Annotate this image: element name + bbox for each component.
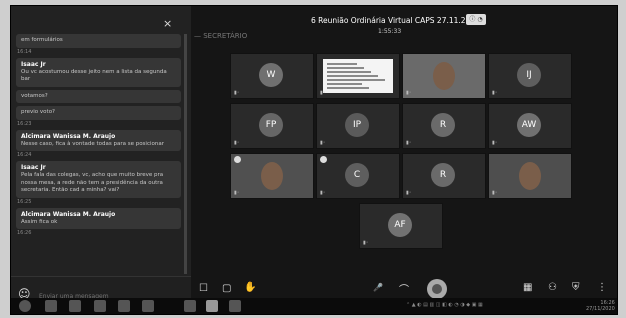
participant-tile[interactable]: ▮◦ (316, 53, 400, 99)
chat-message: Alcimara Wanissa M. Araujo Nesse caso, fi… (16, 129, 181, 151)
participant-avatar: AF (388, 213, 412, 237)
participant-tile[interactable]: W ▮◦ (230, 53, 314, 99)
participants-icon[interactable]: ⚇ (548, 282, 557, 293)
message-sender: Isaac Jr (21, 164, 46, 171)
more-options-icon[interactable]: ⋮ (597, 282, 607, 293)
participant-tile[interactable]: ▮◦ (402, 53, 486, 99)
participant-avatar: W (259, 63, 283, 87)
chat-message: Isaac Jr Pela fala das colegas, vc, acho … (16, 161, 181, 198)
muted-mic-icon: ▮◦ (492, 190, 498, 196)
chat-message: votamos? (16, 89, 181, 103)
tile-layout-icon[interactable]: ▦ (523, 282, 532, 293)
muted-mic-icon: ▮◦ (406, 190, 412, 196)
security-icon[interactable]: ⛨ (572, 282, 580, 293)
muted-mic-icon: ▮◦ (492, 140, 498, 146)
start-icon[interactable] (19, 300, 31, 312)
muted-mic-icon: ▮◦ (406, 90, 412, 96)
muted-mic-icon: ▮◦ (406, 140, 412, 146)
chat-message: em formulários (16, 34, 181, 48)
edge-icon[interactable] (45, 300, 57, 312)
message-text: Assim fica ok (21, 218, 58, 225)
clock-date: 27/11/2020 (586, 306, 615, 312)
muted-mic-icon: ▮◦ (234, 90, 240, 96)
participant-tile[interactable]: IP ▮◦ (316, 103, 400, 149)
muted-mic-icon: ▮◦ (492, 90, 498, 96)
participant-tile[interactable]: IJ ▮◦ (488, 53, 572, 99)
meeting-app-icon[interactable] (206, 300, 218, 312)
message-text: Ou vc acostumou desse jeito nem a lista … (21, 68, 167, 83)
chat-message: previo voto? (16, 106, 181, 120)
camera-icon[interactable]: ⌒ (399, 281, 409, 296)
muted-mic-icon: ▮◦ (234, 140, 240, 146)
participant-face (519, 162, 541, 190)
participant-avatar: FP (259, 113, 283, 137)
raise-hand-icon[interactable]: ✋ (244, 282, 256, 293)
meeting-window: × em formulários 16:14 Isaac Jr Ou vc acost… (10, 5, 618, 315)
meeting-info-icon[interactable]: ⓘ ◔ (466, 14, 486, 25)
word-icon[interactable] (118, 300, 130, 312)
status-indicator-icon (320, 156, 327, 163)
participant-tile[interactable]: AW ▮◦ (488, 103, 572, 149)
message-text: previo voto? (21, 109, 55, 115)
muted-mic-icon: ▮◦ (363, 240, 369, 246)
message-time: 16:23 (17, 120, 32, 127)
app-icon[interactable] (184, 300, 196, 312)
folder-icon[interactable] (69, 300, 81, 312)
chat-messages: em formulários 16:14 Isaac Jr Ou vc acostum… (16, 34, 181, 239)
message-time: 16:14 (17, 48, 32, 55)
participant-face (433, 62, 455, 90)
message-text: votamos? (21, 92, 48, 99)
message-time: 16:26 (17, 230, 32, 236)
taskbar-clock: 16:26 27/11/2020 (586, 300, 615, 312)
participant-tile[interactable]: AF ▮◦ (359, 203, 443, 249)
section-label: — SECRETÁRIO (194, 32, 248, 40)
muted-mic-icon: ▮◦ (320, 190, 326, 196)
captions-icon[interactable]: ☐ (199, 283, 208, 294)
message-sender: Alcimara Wanissa M. Araujo (21, 132, 116, 140)
microphone-icon[interactable]: 🎤 (373, 283, 383, 292)
message-text: Pela fala das colegas, vc, acho que muit… (21, 172, 164, 193)
message-time: 16:25 (17, 198, 32, 205)
participant-avatar: IP (345, 113, 369, 137)
powerpoint-icon[interactable] (142, 300, 154, 312)
windows-taskbar: ⌃ ▲ ◐ ▤ ▥ ◫ ◧ ◐ ◔ ◑ ◆ ▣ ▦ 16:26 27/11/20… (11, 298, 617, 314)
participant-tile[interactable]: ▮◦ (488, 153, 572, 199)
meeting-title: 6 Reunião Ordinária Virtual CAPS 27.11.2… (311, 16, 480, 25)
participant-tile[interactable]: ▮◦ (230, 153, 314, 199)
message-sender: Isaac Jr (21, 60, 46, 68)
participant-tile[interactable]: R ▮◦ (402, 153, 486, 199)
system-tray-icons[interactable]: ⌃ ▲ ◐ ▤ ▥ ◫ ◧ ◐ ◔ ◑ ◆ ▣ ▦ (406, 302, 483, 308)
participant-avatar: R (431, 163, 455, 187)
pdf-icon[interactable] (229, 300, 241, 312)
muted-mic-icon: ▮◦ (320, 140, 326, 146)
participant-tile[interactable]: R ▮◦ (402, 103, 486, 149)
status-indicator-icon (234, 156, 241, 163)
participant-avatar: R (431, 113, 455, 137)
chat-message: Isaac Jr Ou vc acostumou desse jeito nem … (16, 57, 181, 87)
chat-message: Alcimara Wanissa M. Araujo Assim fica ok (16, 207, 181, 229)
chat-scrollbar[interactable] (184, 34, 187, 274)
participant-tile[interactable]: FP ▮◦ (230, 103, 314, 149)
chrome-icon[interactable] (94, 300, 106, 312)
message-text: Nesse caso, fica à vontade todas para se… (21, 140, 164, 147)
shared-screen-preview (323, 59, 393, 93)
chat-icon[interactable]: ▢ (222, 283, 231, 294)
participant-face (261, 162, 283, 190)
message-sender: Alcimara Wanissa M. Araujo (21, 210, 116, 218)
muted-mic-icon: ▮◦ (234, 190, 240, 196)
leave-call-button[interactable] (427, 279, 447, 299)
message-text: em formulários (21, 37, 63, 43)
participant-avatar: IJ (517, 63, 541, 87)
muted-mic-icon: ▮◦ (320, 90, 326, 96)
chat-panel: × em formulários 16:14 Isaac Jr Ou vc acost… (11, 6, 191, 276)
message-time: 16:24 (17, 152, 32, 158)
close-chat-icon[interactable]: × (163, 17, 172, 30)
participant-tile[interactable]: C ▮◦ (316, 153, 400, 199)
participant-avatar: C (345, 163, 369, 187)
participant-avatar: AW (517, 113, 541, 137)
meeting-timer: 1:55:33 (378, 28, 402, 35)
